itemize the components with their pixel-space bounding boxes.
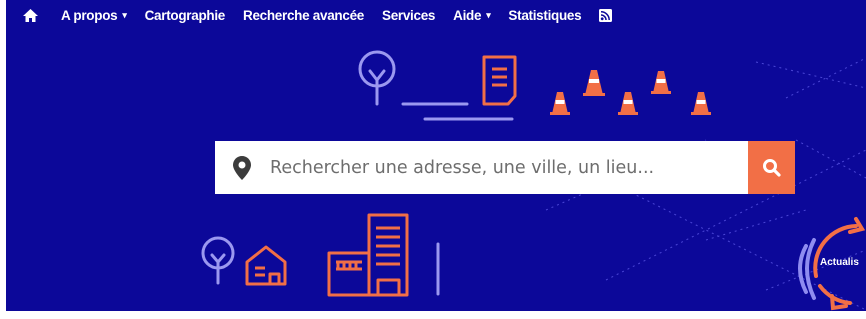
search-button[interactable] xyxy=(748,141,795,194)
nav-item-label: Aide xyxy=(453,7,482,23)
nav-item-label: Services xyxy=(381,7,436,23)
chevron-down-icon: ▾ xyxy=(486,9,491,20)
nav-item-label: Recherche avancée xyxy=(243,7,364,23)
tree-small-icon xyxy=(201,236,235,285)
main-nav: A propos ▾ Cartographie Recherche avancé… xyxy=(6,0,630,30)
rss-icon[interactable] xyxy=(599,8,613,22)
nav-item-label: A propos xyxy=(61,7,118,23)
hero-banner: A propos ▾ Cartographie Recherche avancé… xyxy=(6,0,866,311)
nav-item-label: Cartographie xyxy=(144,7,226,23)
house-icon xyxy=(245,245,287,286)
map-pin-icon xyxy=(233,156,251,185)
nav-item-cartographie[interactable]: Cartographie xyxy=(144,7,226,23)
nav-item-label: Statistiques xyxy=(508,7,582,23)
actualise-badge-text[interactable]: Actualis xyxy=(820,257,859,268)
search-icon xyxy=(762,158,781,177)
home-icon[interactable] xyxy=(22,8,39,23)
ground-lines xyxy=(401,102,514,121)
tree-icon xyxy=(358,50,396,106)
search-input[interactable] xyxy=(270,141,740,194)
page: A propos ▾ Cartographie Recherche avancé… xyxy=(0,0,866,319)
nav-item-services[interactable]: Services xyxy=(382,8,435,23)
search-box xyxy=(215,141,748,194)
search-bar xyxy=(215,141,795,194)
nav-item-statistiques[interactable]: Statistiques xyxy=(508,8,581,23)
nav-item-a-propos[interactable]: A propos ▾ xyxy=(61,8,127,23)
traffic-cones-icon xyxy=(550,70,711,115)
chevron-down-icon: ▾ xyxy=(122,9,127,20)
buildings-icon xyxy=(327,213,409,297)
nav-item-recherche-avancee[interactable]: Recherche avancée xyxy=(243,8,364,23)
nav-item-aide[interactable]: Aide ▾ xyxy=(453,7,491,23)
document-icon xyxy=(482,55,517,106)
